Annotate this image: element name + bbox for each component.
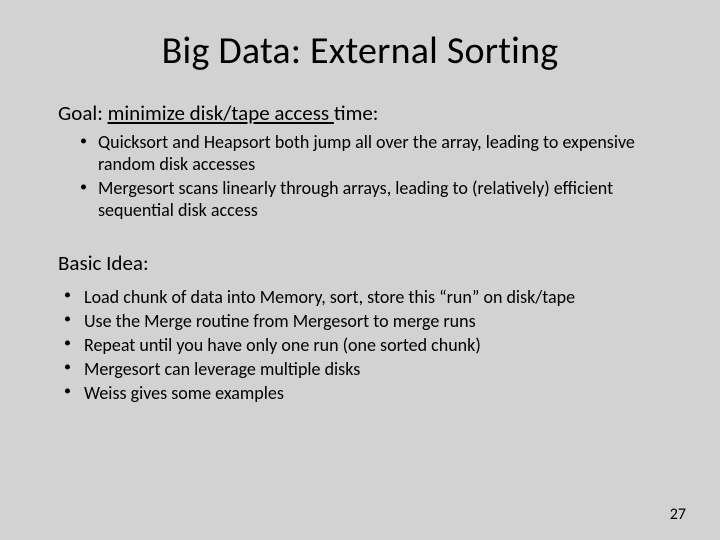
page-number: 27 [670, 505, 686, 524]
goal-bullet: Quicksort and Heapsort both jump all ove… [80, 132, 662, 176]
idea-bullet: Use the Merge routine from Mergesort to … [62, 310, 662, 333]
idea-heading: Basic Idea: [58, 250, 662, 276]
idea-bullet-list: Load chunk of data into Memory, sort, st… [58, 286, 662, 405]
goal-bullet: Mergesort scans linearly through arrays,… [80, 178, 662, 222]
idea-bullet: Weiss gives some examples [62, 382, 662, 405]
goal-suffix: time: [334, 100, 379, 126]
goal-heading: Goal: minimize disk/tape access time: [58, 100, 662, 126]
goal-bullet-list: Quicksort and Heapsort both jump all ove… [58, 132, 662, 222]
idea-bullet: Repeat until you have only one run (one … [62, 334, 662, 357]
slide-title: Big Data: External Sorting [58, 28, 662, 74]
idea-bullet: Mergesort can leverage multiple disks [62, 358, 662, 381]
goal-prefix: Goal: [58, 100, 108, 126]
idea-bullet: Load chunk of data into Memory, sort, st… [62, 286, 662, 309]
goal-underlined: minimize disk/tape access [108, 100, 334, 126]
